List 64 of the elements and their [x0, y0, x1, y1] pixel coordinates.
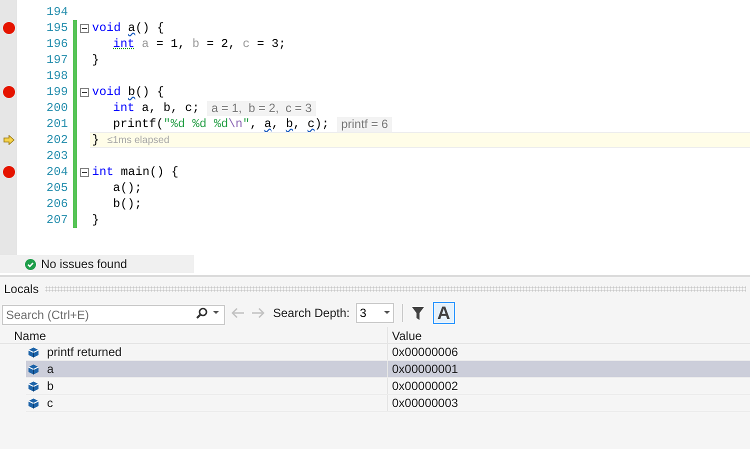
- line-number: 200: [45, 100, 69, 117]
- filter-icon: [412, 306, 424, 320]
- line-number: 206: [45, 196, 69, 213]
- line-number: 205: [45, 180, 69, 197]
- panel-grip[interactable]: [44, 286, 746, 292]
- code-line: printf("%d %d %d\n", a, b, c);: [113, 116, 330, 133]
- status-text: No issues found: [41, 256, 128, 273]
- line-number: 195: [45, 20, 69, 37]
- search-field[interactable]: Search (Ctrl+E): [2, 305, 225, 325]
- code-line: b();: [113, 196, 142, 213]
- caret-icon[interactable]: [213, 311, 219, 315]
- cube-icon: [28, 364, 39, 374]
- search-depth-label: Search Depth:: [273, 305, 350, 322]
- line-number: 196: [45, 36, 69, 53]
- code-line: int main() {: [92, 164, 178, 181]
- line-number: 197: [45, 52, 69, 69]
- cube-icon: [28, 380, 39, 392]
- cube-icon: [28, 346, 39, 358]
- variable-row[interactable]: b 0x00000002: [26, 378, 750, 395]
- collapse-icon[interactable]: [80, 88, 89, 96]
- variable-value: 0x00000003: [391, 395, 458, 412]
- line-number: 201: [45, 116, 69, 133]
- variable-name: printf returned: [47, 344, 122, 361]
- variable-row[interactable]: a 0x00000001: [26, 361, 750, 378]
- search-depth-dropdown[interactable]: 3: [356, 303, 394, 323]
- variable-name: c: [47, 395, 53, 412]
- line-number: 204: [45, 164, 69, 181]
- line-number: 194: [45, 4, 69, 21]
- column-header[interactable]: Value: [388, 327, 750, 343]
- search-icon[interactable]: [196, 307, 208, 319]
- collapse-icon[interactable]: [80, 168, 89, 176]
- code-line: void a() {: [92, 20, 164, 37]
- caret-icon[interactable]: [384, 311, 390, 315]
- line-number: 207: [45, 212, 69, 229]
- variable-value: 0x00000006: [391, 344, 458, 361]
- cube-icon: [28, 398, 39, 408]
- toggle-button[interactable]: A: [432, 302, 455, 324]
- variable-value: 0x00000002: [391, 378, 458, 395]
- code-line: }: [92, 132, 100, 149]
- code-line: int a, b, c;: [113, 100, 200, 117]
- code-line: int a = 1, b = 2, c = 3;: [113, 36, 286, 53]
- code-line: }: [92, 212, 100, 229]
- column-header[interactable]: Name: [0, 327, 388, 343]
- inline-value-hint: a = 1, b = 2, c = 3: [207, 100, 316, 116]
- breakpoint-margin[interactable]: [0, 0, 17, 255]
- variable-row[interactable]: c 0x00000003: [26, 395, 750, 412]
- line-number: 199: [45, 84, 69, 101]
- variable-name: b: [47, 378, 54, 395]
- breakpoint-icon[interactable]: [2, 22, 14, 34]
- line-number: 202: [45, 132, 69, 149]
- code-line: a();: [113, 180, 142, 197]
- elapsed-time-hint: ≤1ms elapsed: [107, 134, 170, 148]
- breakpoint-icon[interactable]: [2, 86, 14, 98]
- variable-name: a: [47, 361, 54, 378]
- line-number: 203: [45, 148, 69, 165]
- line-number: 198: [45, 68, 69, 85]
- code-line: void b() {: [92, 84, 164, 101]
- inline-value-hint: printf = 6: [337, 116, 392, 132]
- breakpoint-icon[interactable]: [2, 166, 14, 178]
- panel-title: Locals: [4, 281, 39, 298]
- collapse-icon[interactable]: [80, 24, 89, 32]
- variable-value: 0x00000001: [391, 361, 458, 378]
- check-circle-icon: [25, 258, 36, 270]
- code-line: }: [92, 52, 100, 69]
